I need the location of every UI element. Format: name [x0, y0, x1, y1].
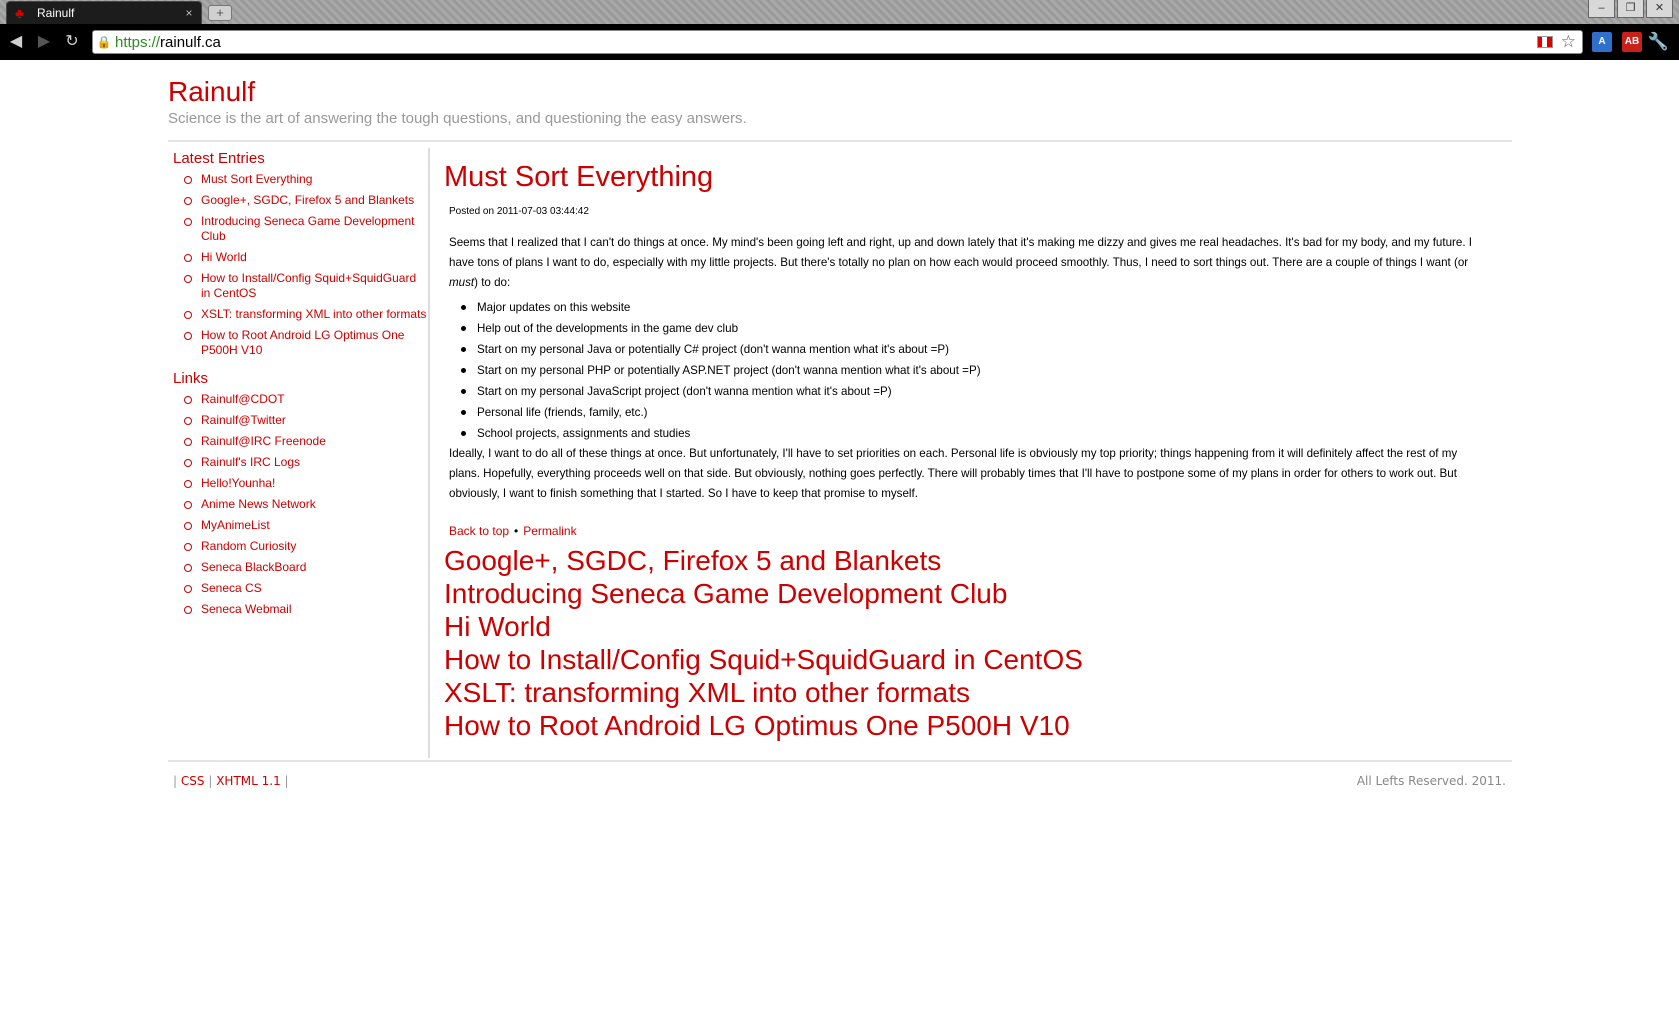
latest-entries-list: Must Sort Everything Google+, SGDC, Fire…	[183, 172, 428, 358]
browser-toolbar: ◀ ▶ ↻ 🔒 https:// rainulf.ca ☆ A AB 🔧	[0, 24, 1679, 60]
post-title[interactable]: Must Sort Everything	[444, 160, 1494, 194]
back-to-top-link[interactable]: Back to top	[449, 524, 509, 538]
older-post-title[interactable]: Introducing Seneca Game Development Club	[444, 577, 1494, 610]
sidebar: Latest Entries Must Sort Everything Goog…	[168, 150, 428, 629]
css-validator-link[interactable]: CSS	[181, 774, 205, 788]
post-text: ) to do:	[474, 276, 511, 289]
main-column: Must Sort Everything Posted on 2011-07-0…	[444, 160, 1494, 742]
sidebar-latest-item[interactable]: Must Sort Everything	[183, 172, 428, 187]
latest-entries-heading: Latest Entries	[173, 150, 265, 167]
todo-item: Start on my personal JavaScript project …	[455, 381, 1479, 402]
tab-title: Rainulf	[37, 6, 75, 20]
older-post-title[interactable]: How to Install/Config Squid+SquidGuard i…	[444, 643, 1494, 676]
browser-tab[interactable]: ♣ Rainulf ×	[6, 1, 202, 24]
sidebar-latest-item[interactable]: XSLT: transforming XML into other format…	[183, 307, 428, 322]
url-host: rainulf.ca	[160, 33, 221, 51]
todo-item: Personal life (friends, family, etc.)	[455, 402, 1479, 423]
new-tab-button[interactable]: +	[208, 5, 232, 21]
post-paragraph: Ideally, I want to do all of these thing…	[449, 447, 1458, 500]
older-post-title[interactable]: XSLT: transforming XML into other format…	[444, 676, 1494, 709]
sidebar-link-item[interactable]: Rainulf@IRC Freenode	[183, 434, 428, 449]
sidebar-latest-item[interactable]: How to Root Android LG Optimus One P500H…	[183, 328, 428, 358]
footer-divider	[168, 760, 1512, 762]
todo-item: Major updates on this website	[455, 297, 1479, 318]
post-date: Posted on 2011-07-03 03:44:42	[449, 206, 589, 217]
sidebar-link-item[interactable]: Rainulf's IRC Logs	[183, 455, 428, 470]
sidebar-latest-item[interactable]: How to Install/Config Squid+SquidGuard i…	[183, 271, 428, 301]
minimize-button[interactable]: –	[1588, 0, 1615, 18]
wrench-icon[interactable]: 🔧	[1648, 32, 1669, 52]
sidebar-divider	[428, 148, 430, 758]
sidebar-latest-item[interactable]: Hi World	[183, 250, 428, 265]
reload-icon[interactable]: ↻	[62, 33, 82, 51]
sidebar-latest-item[interactable]: Introducing Seneca Game Development Club	[183, 214, 428, 244]
post-footer-links: Back to top • Permalink	[449, 524, 1494, 538]
address-bar[interactable]: 🔒 https:// rainulf.ca ☆	[92, 30, 1583, 54]
sidebar-link-item[interactable]: Rainulf@CDOT	[183, 392, 428, 407]
older-post-title[interactable]: Hi World	[444, 610, 1494, 643]
permalink-link[interactable]: Permalink	[523, 524, 576, 538]
window-controls: – ❐ ✕	[1588, 0, 1673, 18]
adblock-extension-icon[interactable]: AB	[1622, 32, 1642, 52]
post-paragraph: Seems that I realized that I can't do th…	[449, 233, 1479, 293]
site-title[interactable]: Rainulf	[168, 76, 255, 108]
canada-flag-icon[interactable]	[1536, 36, 1553, 48]
older-posts: Google+, SGDC, Firefox 5 and Blankets In…	[444, 544, 1494, 742]
todo-item: School projects, assignments and studies	[455, 423, 1479, 444]
sidebar-link-item[interactable]: Rainulf@Twitter	[183, 413, 428, 428]
footer-pipe: |	[173, 774, 178, 788]
older-post-title[interactable]: How to Root Android LG Optimus One P500H…	[444, 709, 1494, 742]
sidebar-link-item[interactable]: Seneca CS	[183, 581, 428, 596]
todo-item: Start on my personal Java or potentially…	[455, 339, 1479, 360]
lock-icon: 🔒	[96, 35, 112, 49]
sidebar-link-item[interactable]: Random Curiosity	[183, 539, 428, 554]
site-tagline: Science is the art of answering the toug…	[168, 110, 747, 127]
tab-strip: ♣ Rainulf × + – ❐ ✕	[0, 0, 1679, 24]
sidebar-link-item[interactable]: MyAnimeList	[183, 518, 428, 533]
older-post-title[interactable]: Google+, SGDC, Firefox 5 and Blankets	[444, 544, 1494, 577]
links-heading: Links	[173, 370, 209, 387]
bookmark-star-icon[interactable]: ☆	[1561, 33, 1576, 51]
todo-list: Major updates on this website Help out o…	[455, 297, 1479, 444]
forward-arrow-icon[interactable]: ▶	[34, 33, 54, 51]
sidebar-link-item[interactable]: Anime News Network	[183, 497, 428, 512]
copyright: All Lefts Reserved. 2011.	[1356, 774, 1506, 788]
links-list: Rainulf@CDOT Rainulf@Twitter Rainulf@IRC…	[183, 392, 428, 617]
link-separator: •	[514, 524, 519, 538]
footer-validators: | CSS | XHTML 1.1 |	[173, 774, 289, 788]
post-emphasis: must	[449, 276, 475, 289]
close-window-button[interactable]: ✕	[1646, 0, 1673, 18]
url-scheme: https://	[115, 33, 161, 51]
footer-pipe: |	[284, 774, 289, 788]
sidebar-link-item[interactable]: Seneca Webmail	[183, 602, 428, 617]
todo-item: Help out of the developments in the game…	[455, 318, 1479, 339]
restore-button[interactable]: ❐	[1617, 0, 1644, 18]
translate-extension-icon[interactable]: A	[1592, 32, 1612, 52]
sidebar-latest-item[interactable]: Google+, SGDC, Firefox 5 and Blankets	[183, 193, 428, 208]
post-text: Seems that I realized that I can't do th…	[449, 236, 1473, 269]
tab-close-icon[interactable]: ×	[181, 6, 197, 20]
xhtml-validator-link[interactable]: XHTML 1.1	[216, 774, 281, 788]
sidebar-link-item[interactable]: Seneca BlackBoard	[183, 560, 428, 575]
post-body: Seems that I realized that I can't do th…	[449, 233, 1479, 504]
todo-item: Start on my personal PHP or potentially …	[455, 360, 1479, 381]
footer-pipe: |	[208, 774, 213, 788]
header-divider	[168, 140, 1512, 142]
maple-leaf-icon: ♣	[15, 5, 25, 21]
sidebar-link-item[interactable]: Hello!Younha!	[183, 476, 428, 491]
back-arrow-icon[interactable]: ◀	[6, 33, 26, 51]
